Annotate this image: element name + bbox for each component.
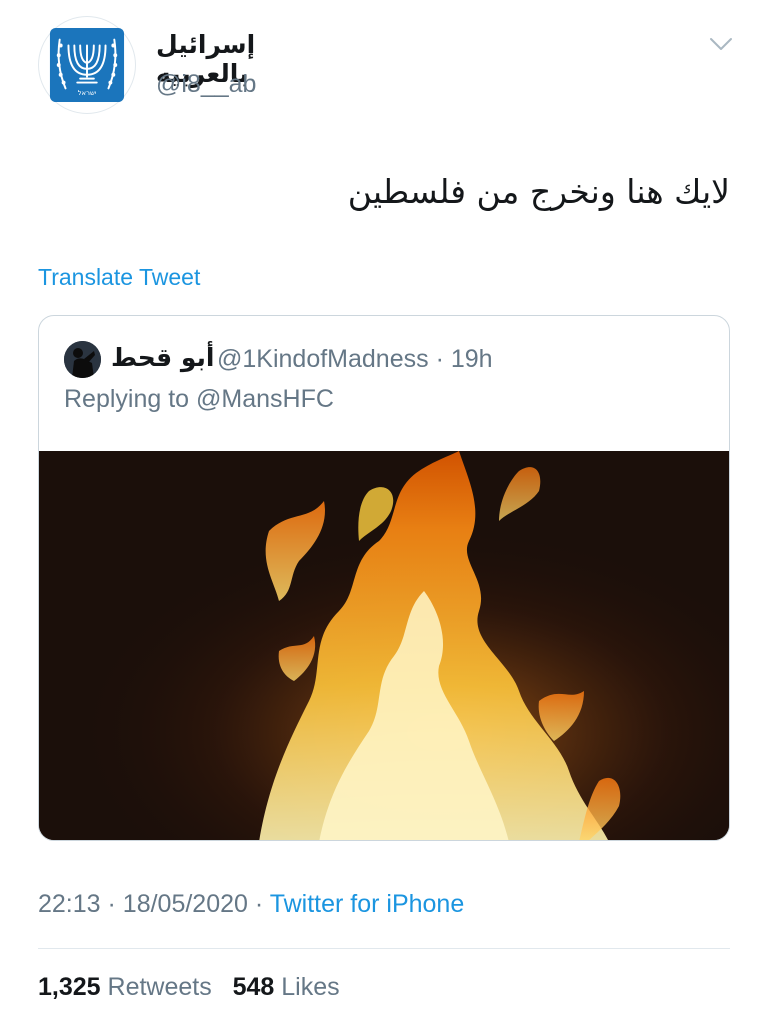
quoted-meta: @1KindofMadness · 19h — [217, 345, 493, 374]
tweet-source-link[interactable]: Twitter for iPhone — [270, 890, 465, 918]
likes-label: Likes — [281, 973, 340, 1001]
quoted-time: 19h — [450, 345, 493, 373]
meta-separator: · — [107, 890, 116, 918]
translate-tweet-link[interactable]: Translate Tweet — [38, 264, 200, 291]
quoted-tweet[interactable]: أبو قحط @1KindofMadness · 19h Replying t… — [38, 315, 730, 841]
quoted-fire-photo[interactable] — [39, 451, 729, 840]
replying-handle: @MansHFC — [196, 385, 334, 413]
emblem-caption: ישראל — [78, 89, 97, 97]
tweet-date: 18/05/2020 — [122, 890, 248, 918]
retweets-stat[interactable]: 1,325 Retweets — [38, 973, 219, 1001]
tweet-time: 22:13 — [38, 890, 101, 918]
author-avatar[interactable]: ישראל — [38, 16, 136, 114]
divider — [38, 948, 730, 949]
quoted-replying-to: Replying to @MansHFC — [64, 385, 334, 414]
tweet-stats: 1,325 Retweets 548 Likes — [38, 973, 340, 1002]
quoted-display-name: أبو قحط — [111, 343, 215, 372]
likes-count: 548 — [232, 973, 275, 1001]
menorah-emblem-icon: ישראל — [49, 27, 125, 103]
retweets-count: 1,325 — [38, 973, 101, 1001]
chevron-down-icon[interactable] — [706, 32, 736, 56]
quoted-handle: @1KindofMadness — [217, 345, 429, 373]
author-handle[interactable]: @i8__ab — [156, 70, 256, 99]
tweet-text: لايك هنا ونخرج من فلسطين — [347, 172, 730, 211]
likes-stat[interactable]: 548 Likes — [233, 973, 340, 1001]
replying-prefix: Replying to — [64, 385, 190, 413]
tweet-meta: 22:13 · 18/05/2020 · Twitter for iPhone — [38, 890, 464, 919]
quoted-author-avatar — [64, 341, 101, 378]
retweets-label: Retweets — [107, 973, 212, 1001]
meta-separator: · — [254, 890, 264, 918]
quoted-separator: · — [435, 345, 444, 373]
